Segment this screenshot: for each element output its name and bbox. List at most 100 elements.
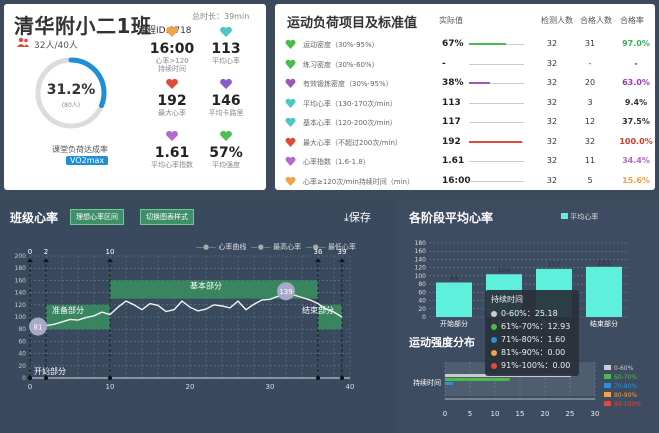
metric-row[interactable]: 平均心率（130-170次/min） 113 32 3 9.4% [281,96,651,112]
tooltip-row: 71%-80%：1.60 [491,333,573,346]
header-tested: 检测人数 [541,16,573,25]
dist-x-tick: 30 [591,410,600,418]
header-qualified: 合格人数 [580,16,612,25]
avg-bar-value: 117 [547,261,560,269]
metric-actual: 117 [442,117,461,127]
y-tick-label: 20 [18,363,26,370]
ring-sub: (80人) [61,102,81,109]
metric-row[interactable]: 有效锻炼密度（30%-95%） 38% 32 20 63.0% [281,76,651,92]
metric-qualified: 5 [587,175,593,185]
metric-name: 最大心率（不超过200次/min） [303,138,402,147]
metric-row[interactable]: 最大心率（不超过200次/min） 192 32 32 100.0% [281,135,653,151]
tooltip-row: 61%-70%：12.93 [491,320,573,333]
metric-qualified: 3 [587,97,593,107]
metric-row[interactable]: 心率指数（1.6-1.8） 1.61 32 11 34.4% [281,154,651,170]
stat-label: 平均卡路里 [208,109,244,117]
metric-tested: 32 [546,39,558,48]
vo2max-badge[interactable]: VO2max [66,156,109,165]
metric-bar-track [469,63,524,65]
phase-marker-label: 36 [314,248,323,256]
stat-value: 146 [211,93,241,109]
class-name: 清华附小二1班 [14,14,152,38]
metric-row[interactable]: 运动密度（30%-95%） 67% 32 31 97.0% [281,37,651,53]
metric-bar-track [469,102,524,104]
phase-marker-arrow [27,258,33,263]
metric-tested: 32 [546,117,558,126]
class-summary-panel: 清华附小二1班 总时长：39min 课程ID:8718 32人/40人 31.2… [4,4,266,190]
metric-tested: 32 [546,136,558,146]
student-counts: 32人/40人 [34,41,78,51]
metric-row[interactable]: 练习密度（30%-60%） - 32 - - [281,57,651,73]
dist-legend-label: 70-80% [614,383,637,390]
dist-bar[interactable] [445,382,453,385]
metric-row[interactable]: 心率≥120次/min持续时间（min） 16:00 32 5 15.6% [281,174,651,190]
dist-legend-label: 0-60% [614,365,634,372]
metric-qualified: 11 [584,156,596,165]
phase-marker-dot [108,376,112,380]
phase-marker-label: 0 [28,248,32,256]
phase-marker-arrow [339,258,345,263]
metric-tested: 32 [546,175,558,185]
metric-tested: 32 [546,58,558,68]
tooltip-row: 81%-90%：0.00 [491,346,573,359]
dist-bar[interactable] [445,378,510,381]
x-tick-label: 0 [28,383,32,391]
metric-icon [285,156,296,166]
tooltip-dot [491,323,497,330]
metric-icon [285,98,296,108]
phase-label-start: 开始部分 [34,366,66,376]
metric-bar-fill [469,140,522,143]
metric-row[interactable]: 基本心率（120-200次/min） 117 32 12 37.5% [281,115,651,131]
metric-bar-fill [469,82,490,84]
dist-x-tick: 15 [516,410,525,418]
avg-y-tick: 80 [418,281,426,288]
stat-5: 57% 平均强度 [194,130,258,169]
metric-bar-track [469,122,524,123]
avg-bar[interactable] [586,266,622,317]
x-tick-label: 20 [186,383,195,391]
people-icon [17,37,29,47]
phase-marker-dot [44,376,48,380]
heart-index-icon [166,130,178,141]
phase-marker-dot [316,376,320,380]
metric-icon [285,176,296,186]
tooltip-dot [491,336,497,343]
phase-marker-arrow [43,258,49,263]
metric-qualified: 31 [584,39,596,48]
dist-x-tick: 25 [566,410,575,418]
phase-marker-dot [340,376,344,380]
metric-tested: 32 [546,97,558,107]
metric-icon [285,78,296,88]
tooltip-dot [491,310,497,317]
metric-actual: 67% [442,39,464,49]
metric-rate: 34.4% [622,156,650,165]
metric-tested: 32 [546,78,558,87]
metric-rate: 37.5% [622,117,650,126]
metric-name: 练习密度（30%-60%） [303,60,379,69]
y-tick-label: 100 [15,314,27,321]
tooltip-text: 81%-90%：0.00 [501,348,566,357]
dist-legend-label: 90-100% [614,401,641,408]
avg-bar[interactable] [436,282,472,317]
dist-legend-swatch [604,374,611,379]
y-tick-label: 80 [18,326,26,333]
avg-y-tick: 160 [415,248,427,255]
avg-y-tick: 20 [418,306,426,313]
metric-name: 基本心率（120-200次/min） [303,119,397,127]
metric-rate: 15.6% [622,175,650,185]
ring-percent: 31.2% [46,82,96,98]
phase-marker-label: 2 [44,248,48,256]
metric-actual: 1.61 [442,156,465,166]
y-tick-label: 0 [22,375,26,382]
dist-legend-swatch [604,365,611,370]
phase-marker-arrow [315,258,321,263]
dist-legend-swatch [604,401,611,406]
avg-y-tick: 60 [418,289,426,296]
phase-marker-dot [28,376,32,380]
avg-y-tick: 100 [415,273,427,280]
metric-rate: 9.4% [624,97,648,107]
stat-label: 平均心率 [212,57,240,65]
metric-actual: 113 [442,97,461,108]
metric-name: 有效锻炼密度（30%-95%） [303,80,393,88]
stat-1: 113 平均心率 [194,26,258,65]
